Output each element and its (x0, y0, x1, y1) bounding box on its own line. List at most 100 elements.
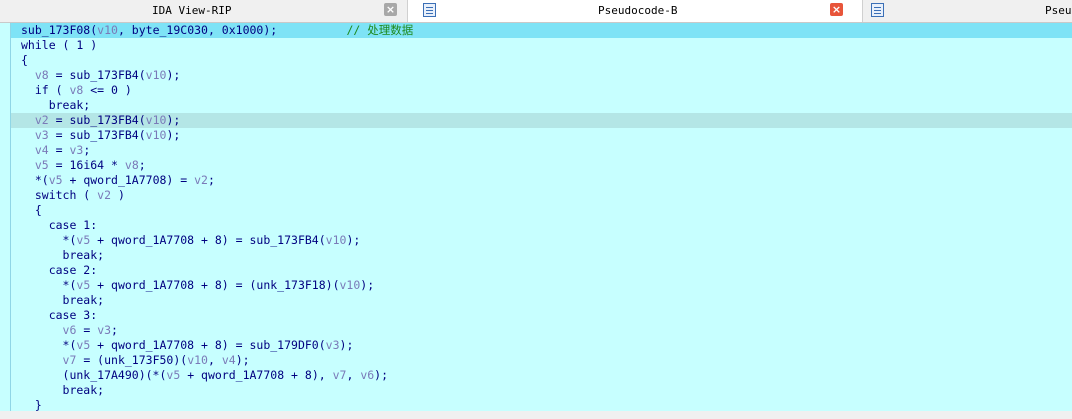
code-token: + qword_1A7708 + 8) = sub_179DF0( (90, 338, 326, 352)
code-line[interactable]: v7 = (unk_173F50)(v10, v4); (21, 353, 250, 368)
code-line[interactable]: { (21, 53, 28, 68)
variable[interactable]: v6 (63, 323, 77, 337)
variable[interactable]: v8 (35, 68, 49, 82)
variable[interactable]: v10 (340, 278, 361, 292)
code-token: while ( 1 ) (21, 38, 98, 52)
variable[interactable]: v5 (49, 173, 63, 187)
tab-label: IDA View-RIP (152, 4, 232, 17)
variable[interactable]: v2 (97, 188, 111, 202)
tab-pseudocode-b[interactable]: Pseudocode-B × (408, 0, 863, 22)
close-icon[interactable]: × (384, 3, 397, 16)
variable[interactable]: v2 (35, 113, 49, 127)
code-line[interactable]: { (21, 203, 42, 218)
code-token: sub_173F08( (21, 23, 98, 37)
variable[interactable]: v5 (166, 368, 180, 382)
code-token: , (207, 353, 222, 367)
code-token: (unk_17A490)(*( (21, 368, 167, 382)
code-token: ); (339, 338, 354, 352)
code-line[interactable]: case 3: (21, 308, 97, 323)
tab-pseudocode-partial[interactable]: Pseudoc (863, 0, 1072, 22)
code-token: case 1: (21, 218, 98, 232)
code-token: if ( (21, 83, 70, 97)
code-line[interactable]: *(v5 + qword_1A7708) = v2; (21, 173, 215, 188)
code-line[interactable]: *(v5 + qword_1A7708 + 8) = (unk_173F18)(… (21, 278, 375, 293)
pseudocode-icon (423, 3, 436, 17)
code-token: <= 0 ) (83, 83, 132, 97)
variable[interactable]: v5 (76, 233, 90, 247)
variable[interactable]: v5 (76, 338, 90, 352)
variable[interactable]: v8 (125, 158, 139, 172)
code-token: = (48, 143, 70, 157)
code-token: = (unk_173F50)( (76, 353, 188, 367)
variable[interactable]: v5 (35, 158, 49, 172)
code-token: + qword_1A7708) = (62, 173, 195, 187)
code-token: + qword_1A7708 + 8), (180, 368, 333, 382)
variable[interactable]: v4 (222, 353, 236, 367)
variable[interactable]: v8 (69, 83, 83, 97)
variable[interactable]: v10 (146, 128, 167, 142)
code-token: ); (235, 353, 250, 367)
code-line[interactable]: switch ( v2 ) (21, 188, 125, 203)
code-token: = 16i64 * (48, 158, 125, 172)
code-token: *( (21, 278, 77, 292)
code-token: = sub_173FB4( (48, 113, 146, 127)
code-token: = (76, 323, 98, 337)
code-line[interactable]: break; (21, 293, 105, 308)
code-line[interactable]: break; (21, 248, 105, 263)
code-token: break; (21, 248, 105, 262)
code-token: switch ( (21, 188, 98, 202)
code-token: break; (21, 383, 105, 397)
code-line[interactable]: while ( 1 ) (21, 38, 97, 53)
code-line[interactable]: v4 = v3; (21, 143, 90, 158)
variable[interactable]: v6 (360, 368, 374, 382)
variable[interactable]: v10 (187, 353, 208, 367)
code-line[interactable]: break; (21, 98, 91, 113)
close-icon[interactable]: × (830, 3, 843, 16)
code-token: *( (21, 338, 77, 352)
code-token: break; (21, 293, 105, 307)
variable[interactable]: v3 (70, 143, 84, 157)
comment: // 处理数据 (346, 23, 414, 37)
code-line[interactable]: *(v5 + qword_1A7708 + 8) = sub_173FB4(v1… (21, 233, 361, 248)
code-line[interactable]: sub_173F08(v10, byte_19C030, 0x1000); //… (21, 23, 413, 38)
variable[interactable]: v10 (146, 113, 167, 127)
code-line[interactable]: v2 = sub_173FB4(v10); (21, 113, 180, 128)
code-line[interactable]: *(v5 + qword_1A7708 + 8) = sub_179DF0(v3… (21, 338, 354, 353)
variable[interactable]: v10 (146, 68, 167, 82)
code-token: break; (21, 98, 91, 112)
variable[interactable]: v3 (97, 323, 111, 337)
code-line[interactable]: v3 = sub_173FB4(v10); (21, 128, 180, 143)
variable[interactable]: v4 (35, 143, 49, 157)
code-line[interactable]: v5 = 16i64 * v8; (21, 158, 146, 173)
gutter (0, 23, 11, 419)
variable[interactable]: v5 (76, 278, 90, 292)
code-line[interactable]: v6 = v3; (21, 323, 118, 338)
variable[interactable]: v10 (326, 233, 347, 247)
tab-bar: IDA View-RIP × Pseudocode-B × Pseudoc (0, 0, 1072, 23)
code-line[interactable]: (unk_17A490)(*(v5 + qword_1A7708 + 8), v… (21, 368, 389, 383)
code-line[interactable]: if ( v8 <= 0 ) (21, 83, 132, 98)
variable[interactable]: v7 (333, 368, 347, 382)
variable[interactable]: v3 (326, 338, 340, 352)
variable[interactable]: v2 (194, 173, 208, 187)
code-token: ; (83, 143, 91, 157)
code-token: ); (166, 113, 181, 127)
horizontal-scrollbar[interactable] (0, 411, 1072, 419)
variable[interactable]: v3 (35, 128, 49, 142)
code-line[interactable]: case 1: (21, 218, 97, 233)
code-line[interactable]: v8 = sub_173FB4(v10); (21, 68, 180, 83)
tab-label: Pseudoc (1045, 4, 1072, 17)
variable[interactable]: v10 (97, 23, 118, 37)
variable[interactable]: v7 (63, 353, 77, 367)
code-line[interactable]: case 2: (21, 263, 97, 278)
code-token: case 3: (21, 308, 98, 322)
tab-ida-view-rip[interactable]: IDA View-RIP × (0, 0, 408, 22)
pseudocode-view[interactable]: sub_173F08(v10, byte_19C030, 0x1000); //… (0, 23, 1072, 419)
code-token: = sub_173FB4( (48, 68, 146, 82)
code-line[interactable]: break; (21, 383, 105, 398)
